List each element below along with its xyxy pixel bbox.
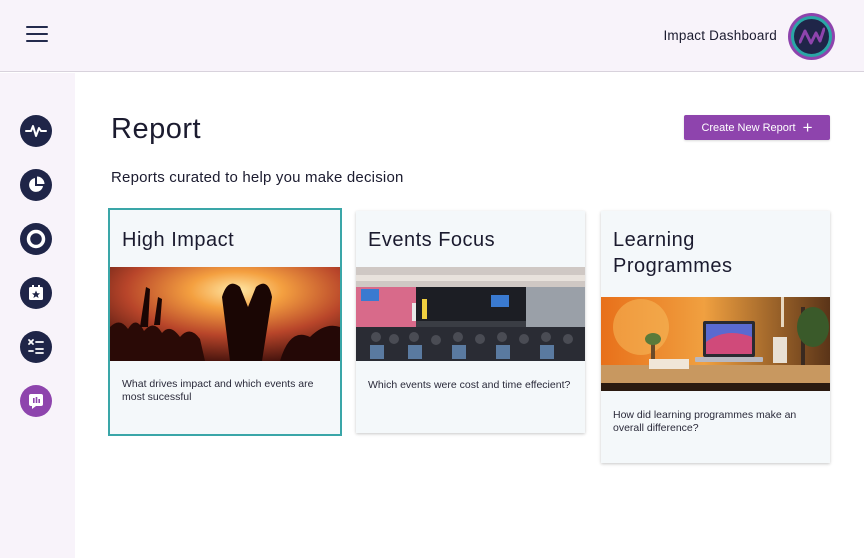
target-icon[interactable] (20, 223, 52, 255)
report-card-events-focus[interactable]: Events Focus Which events were cost and … (356, 211, 585, 433)
brand-logo-icon (791, 16, 832, 57)
report-card-high-impact[interactable]: High Impact What drives impact and which… (108, 208, 342, 436)
create-new-report-label: Create New Report (701, 121, 796, 134)
plus-icon: + (802, 118, 813, 137)
calculator-icon[interactable] (20, 331, 52, 363)
pie-chart-icon[interactable] (20, 169, 52, 201)
activity-pulse-icon[interactable] (20, 115, 52, 147)
card-description: How did learning programmes make an over… (613, 409, 797, 434)
top-bar: Impact Dashboard (0, 0, 864, 72)
hamburger-menu-icon[interactable] (26, 26, 48, 44)
card-title: High Impact (122, 229, 235, 251)
card-title: Events Focus (368, 229, 496, 251)
page-title: Report (111, 113, 202, 145)
card-description: What drives impact and which events are … (122, 378, 314, 403)
card-title: Learning Programmes (613, 229, 733, 277)
avatar[interactable] (788, 13, 835, 60)
page-subtitle: Reports curated to help you make decisio… (111, 169, 404, 186)
reports-icon[interactable] (20, 385, 52, 417)
main-content: Report Reports curated to help you make … (75, 73, 864, 558)
concert-crowd-image (110, 267, 340, 361)
card-description: Which events were cost and time effecien… (368, 379, 571, 391)
laptop-desk-image (601, 297, 830, 391)
calendar-star-icon[interactable] (20, 277, 52, 309)
sidebar (0, 73, 75, 558)
create-new-report-button[interactable]: Create New Report + (684, 115, 830, 140)
report-card-learning-programmes[interactable]: Learning Programmes How did learning pro… (601, 211, 830, 463)
app-title: Impact Dashboard (663, 28, 777, 43)
conference-hall-image (356, 267, 585, 361)
